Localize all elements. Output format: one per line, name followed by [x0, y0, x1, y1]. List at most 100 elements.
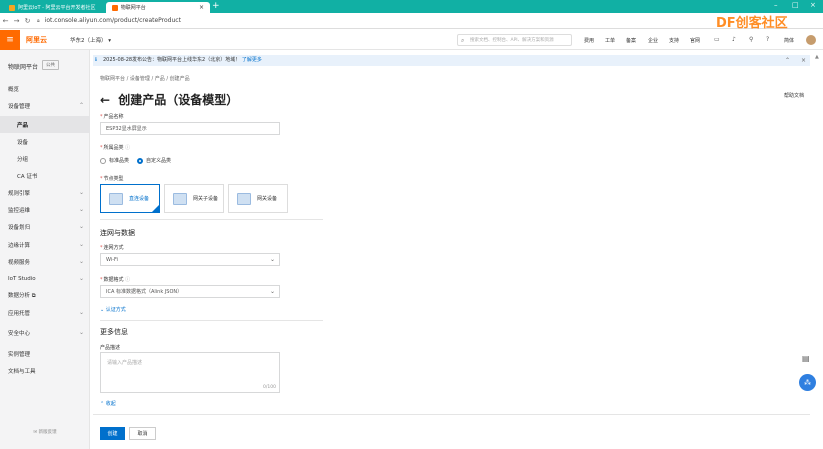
back-icon[interactable]: ←	[0, 17, 11, 25]
maximize-button[interactable]: □	[792, 1, 799, 9]
cloud-shell-icon[interactable]: ▭	[714, 36, 720, 43]
top-link-enterprise[interactable]: 企业	[648, 37, 658, 44]
tab-title: 物联网平台	[120, 5, 146, 11]
chevron-down-icon: ⌄	[269, 256, 275, 263]
close-icon[interactable]: ×	[801, 55, 806, 66]
sidebar-item[interactable]: CA 证书	[0, 167, 90, 184]
sidebar-item[interactable]: 概览	[0, 80, 90, 97]
radio-standard[interactable]	[100, 157, 106, 164]
sidebar-item[interactable]: 安全中心 ⌄	[0, 324, 90, 341]
help-icon[interactable]: ?	[766, 36, 769, 43]
instance-badge[interactable]: 公共	[42, 60, 59, 70]
close-window-button[interactable]: ×	[810, 1, 816, 9]
address-bar: ← → ↻ 🔒︎ iot.console.aliyun.com/product/…	[0, 13, 823, 29]
category-option-standard: 标准品类	[109, 158, 130, 164]
console-search-input[interactable]: ⌕ 搜索文档、控制台、API、解决方案和资源	[457, 34, 572, 46]
category-radio-standard[interactable]: 标准品类	[100, 157, 129, 164]
bell-icon[interactable]: ♪	[732, 36, 736, 43]
direct-device-icon	[109, 192, 123, 205]
sidebar-item[interactable]: 设备划归 ⌄	[0, 218, 90, 235]
sidebar-item[interactable]: 设备管理 ⌃	[0, 97, 90, 114]
sidebar-item-label: 设备划归	[8, 224, 31, 231]
sidebar-item[interactable]: 监控运维 ⌄	[0, 201, 90, 218]
forward-icon[interactable]: →	[11, 17, 22, 25]
network-value: Wi-Fi	[106, 256, 118, 263]
category-label: *所属品类 ⓘ	[100, 145, 131, 151]
sidebar-item[interactable]: 实例管理	[0, 345, 90, 362]
chevron-down-icon: ▾	[108, 38, 112, 44]
node-type-subdevice[interactable]: 网关子设备	[164, 184, 224, 213]
top-link-fee[interactable]: 费用	[584, 37, 594, 44]
chat-icon[interactable]: ▤	[802, 354, 810, 363]
chevron-icon: ⌄	[78, 223, 84, 230]
top-link-ticket[interactable]: 工单	[605, 37, 615, 44]
sidebar-item[interactable]: IoT Studio ⌄	[0, 270, 90, 287]
menu-icon[interactable]: ≡	[0, 30, 20, 50]
chevron-icon: ⌄	[78, 329, 84, 336]
assistant-fab-icon[interactable]: ⁂	[799, 374, 816, 391]
language-switch[interactable]: 简体	[784, 37, 794, 44]
lock-icon[interactable]: 🔒︎	[37, 18, 40, 24]
node-type-gateway-label: 网关设备	[257, 196, 278, 202]
sidebar-item[interactable]: 规则引擎 ⌄	[0, 184, 90, 201]
sidebar-item[interactable]: 设备	[0, 133, 90, 150]
sidebar-item-label: 规则引擎	[8, 190, 31, 197]
description-textarea[interactable]: 请输入产品描述 0/100	[100, 352, 280, 393]
sidebar-item[interactable]: 视频服务 ⌄	[0, 253, 90, 270]
sidebar-item[interactable]: 边缘计算 ⌄	[0, 236, 90, 253]
auth-method-toggle[interactable]: ⌄ 认证方式	[100, 306, 126, 313]
sidebar-item-label: 文档与工具	[8, 368, 36, 375]
sidebar-item[interactable]: 分组	[0, 150, 90, 167]
new-tab-button[interactable]: +	[212, 1, 220, 11]
sidebar-item-label: 数据分析 ⧉	[8, 293, 36, 299]
category-radio-custom[interactable]: 自定义品类	[137, 157, 171, 164]
sidebar-item-label: 设备	[17, 139, 29, 146]
feedback-link[interactable]: ✉ 新版反馈	[0, 429, 90, 435]
aliyun-logo[interactable]: 阿里云	[26, 35, 47, 45]
collapse-toggle[interactable]: ⌃ 收起	[100, 400, 116, 407]
sidebar-item[interactable]: 文档与工具	[0, 362, 90, 379]
sidebar-item[interactable]: 应用托管 ⌄	[0, 304, 90, 321]
product-name-label: *产品名称	[100, 114, 124, 120]
radio-custom[interactable]	[137, 157, 143, 164]
search-placeholder: 搜索文档、控制台、API、解决方案和资源	[470, 38, 554, 43]
product-name-input[interactable]: ESP32显水屏显示	[100, 122, 280, 135]
node-type-label: *节点类型	[100, 176, 124, 182]
scroll-up-icon[interactable]: ▲	[815, 54, 819, 60]
avatar[interactable]	[806, 35, 816, 45]
info-icon: ℹ	[95, 57, 97, 63]
sidebar-item-label: 边缘计算	[8, 242, 31, 249]
browser-tab-active[interactable]: 物联网平台 ×	[106, 2, 210, 13]
sidebar: 物联网平台 公共 概览 设备管理 ⌃ 产品 设备 分组 CA 证书 规则引擎 ⌄ 监控运维 ⌄ 设备划…	[0, 50, 90, 449]
sidebar-item-label: IoT Studio	[8, 275, 36, 282]
sidebar-item-label: 产品	[17, 122, 29, 129]
search-icon: ⌕	[461, 37, 465, 44]
top-link-icp[interactable]: 备案	[626, 37, 636, 44]
tab-close-icon[interactable]: ×	[199, 4, 204, 11]
create-button[interactable]: 创建	[100, 427, 125, 440]
browser-tab[interactable]: 阿里云IoT - 阿里云平台开发者社区	[3, 2, 103, 13]
cart-icon[interactable]: ⚲	[749, 36, 753, 43]
sidebar-item[interactable]: 数据分析 ⧉	[0, 287, 90, 304]
chevron-up-icon[interactable]: ⌃	[785, 55, 790, 66]
top-link-support[interactable]: 支持	[669, 37, 679, 44]
breadcrumb: 物联网平台 / 设备管理 / 产品 / 创建产品	[100, 76, 190, 82]
sidebar-item[interactable]: 产品	[0, 116, 90, 133]
top-link-site[interactable]: 官网	[690, 37, 700, 44]
url-field[interactable]: iot.console.aliyun.com/product/createPro…	[45, 17, 181, 24]
help-doc-link[interactable]: 帮助文档	[784, 92, 804, 99]
node-type-direct[interactable]: 直连设备	[100, 184, 160, 213]
section-divider	[100, 320, 323, 321]
cancel-button[interactable]: 取消	[129, 427, 156, 440]
region-selector[interactable]: 华东2（上海） ▾	[70, 36, 111, 44]
sidebar-item-label: 视频服务	[8, 259, 31, 266]
minimize-button[interactable]: –	[774, 1, 778, 9]
sidebar-title: 物联网平台	[8, 64, 39, 71]
announcement-link[interactable]: 了解更多	[242, 57, 262, 63]
data-format-select[interactable]: ICA 标准数据格式（Alink JSON） ⌄	[100, 285, 280, 298]
reload-icon[interactable]: ↻	[22, 17, 33, 25]
back-arrow-icon[interactable]: ←	[100, 93, 110, 107]
node-type-gateway[interactable]: 网关设备	[228, 184, 288, 213]
tab-title: 阿里云IoT - 阿里云平台开发者社区	[17, 5, 96, 11]
network-select[interactable]: Wi-Fi ⌄	[100, 253, 280, 266]
